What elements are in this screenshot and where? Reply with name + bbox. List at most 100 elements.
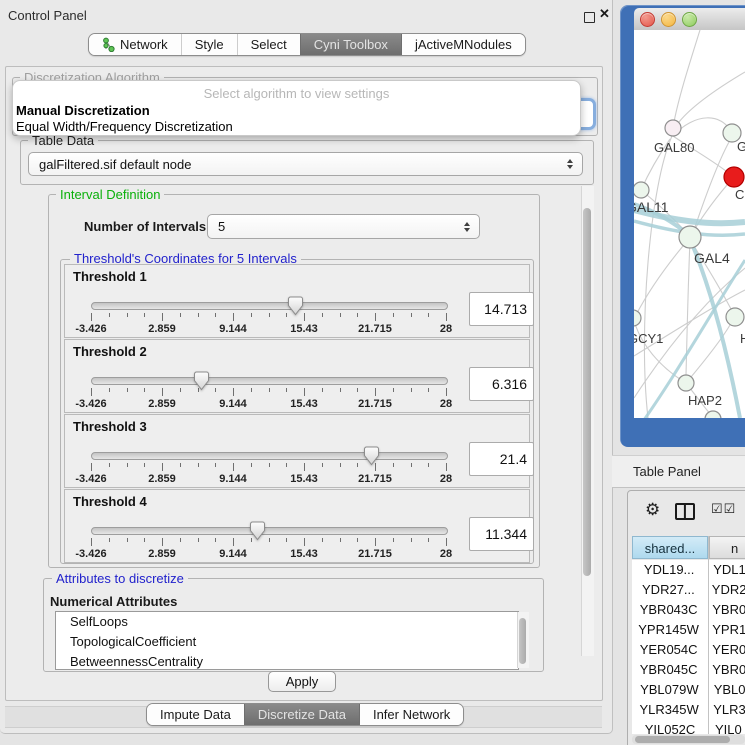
minimize-traffic-light-icon[interactable] [661, 12, 676, 27]
algorithm-popup: Select algorithm to view settings Manual… [12, 80, 581, 136]
attribute-item-selfloops[interactable]: SelfLoops [56, 612, 518, 632]
table-hscrollbar-thumb[interactable] [635, 736, 730, 743]
attribute-item-betweennesscentrality[interactable]: BetweennessCentrality [56, 652, 518, 670]
close-icon[interactable]: ✕ [599, 6, 610, 22]
slider-tick [127, 313, 128, 317]
slider-track[interactable] [91, 302, 448, 310]
slider-tick [357, 388, 358, 392]
network-edge[interactable] [686, 325, 730, 383]
slider-tick [251, 388, 252, 392]
slider-tick [411, 313, 412, 317]
network-node-hap2[interactable] [678, 375, 694, 391]
slider-tick [180, 538, 181, 542]
network-edge-thick[interactable] [692, 244, 740, 418]
table-row[interactable]: YER054CYER0 [632, 640, 745, 660]
number-of-intervals-combobox[interactable]: 5 [207, 214, 480, 239]
network-edge[interactable] [674, 30, 700, 122]
threshold-value-field[interactable]: 6.316 [469, 367, 534, 401]
threshold-value-field[interactable]: 14.713 [469, 292, 534, 326]
slider-tick [322, 313, 323, 317]
slider-tick-label: 9.144 [219, 473, 247, 485]
slider-track[interactable] [91, 452, 448, 460]
table-data-combobox[interactable]: galFiltered.sif default node [28, 152, 583, 176]
main-scrollbar-thumb[interactable] [583, 208, 591, 576]
slider-tick [198, 313, 199, 317]
network-edge[interactable] [673, 118, 731, 136]
column-header-shared-name[interactable]: shared... [632, 536, 708, 559]
slider-thumb[interactable] [287, 296, 304, 319]
interval-definition-title: Interval Definition [56, 188, 164, 201]
network-node-gal4[interactable] [679, 226, 701, 248]
number-of-intervals-value: 5 [218, 219, 225, 234]
table-row[interactable]: YBL079WYBL0 [632, 680, 745, 700]
slider-tick [144, 463, 145, 467]
stepper-arrows-icon [464, 222, 479, 232]
network-node-gcy1[interactable] [634, 310, 641, 326]
table-row[interactable]: YDL19...YDL1 [632, 560, 745, 580]
attributes-scrollbar-thumb[interactable] [519, 618, 526, 664]
slider-tick [393, 313, 394, 317]
threshold-panel-2: Threshold 2-3.4262.8599.14415.4321.71528… [64, 339, 530, 413]
slider-tick [233, 463, 234, 471]
network-edge[interactable] [636, 240, 688, 315]
select-columns-checkboxes-icon[interactable]: ☑☑ [711, 501, 736, 517]
slider-tick [411, 388, 412, 392]
network-node-c[interactable] [724, 167, 744, 187]
node-table[interactable]: YDL19...YDL1YDR27...YDR2YBR043CYBR0YPR14… [632, 560, 745, 734]
float-icon[interactable] [584, 12, 595, 23]
network-node-partial[interactable] [705, 411, 721, 418]
slider-tick [428, 313, 429, 317]
slider-tick-label: 2.859 [148, 473, 176, 485]
slider-track[interactable] [91, 527, 448, 535]
slider-thumb[interactable] [193, 371, 210, 394]
network-edge[interactable] [679, 72, 745, 122]
slider-tick-label: 21.715 [358, 473, 392, 485]
cell-name: YLR3 [706, 700, 745, 720]
network-node-gal11[interactable] [634, 182, 649, 198]
threshold-value-field[interactable]: 21.4 [469, 442, 534, 476]
slider-tick [251, 463, 252, 467]
table-row[interactable]: YPR145WYPR1 [632, 620, 745, 640]
network-node-label: C [735, 187, 744, 202]
slider-tick [393, 538, 394, 542]
slider-tick [198, 538, 199, 542]
slider-thumb[interactable] [363, 446, 380, 469]
threshold-value-field[interactable]: 11.344 [469, 517, 534, 551]
tab-impute-data[interactable]: Impute Data [147, 704, 244, 725]
attribute-item-topologicalcoefficient[interactable]: TopologicalCoefficient [56, 632, 518, 652]
algorithm-option-equal-width-frequency-discretization[interactable]: Equal Width/Frequency Discretization [16, 119, 233, 134]
tab-jactivemnodules[interactable]: jActiveMNodules [401, 34, 525, 55]
algorithm-option-manual-discretization[interactable]: Manual Discretization [16, 103, 150, 118]
threshold-panel-4: Threshold 4-3.4262.8599.14415.4321.71528… [64, 489, 530, 563]
zoom-traffic-light-icon[interactable] [682, 12, 697, 27]
apply-button[interactable]: Apply [268, 671, 336, 692]
table-row[interactable]: YDR27...YDR2 [632, 580, 745, 600]
slider-track[interactable] [91, 377, 448, 385]
network-canvas[interactable]: GAL80GCGAL11GAL4GCY1HHAP2 [634, 30, 745, 418]
network-node-gal80[interactable] [665, 120, 681, 136]
network-node-label: HAP2 [688, 393, 722, 408]
table-row[interactable]: YIL052CYIL0 [632, 720, 745, 734]
slider-thumb[interactable] [249, 521, 266, 544]
tab-discretize-data[interactable]: Discretize Data [244, 704, 359, 725]
gear-icon[interactable]: ⚙ [645, 500, 660, 520]
slider-tick [198, 463, 199, 467]
network-node-h[interactable] [726, 308, 744, 326]
table-row[interactable]: YLR345WYLR3 [632, 700, 745, 720]
table-panel-bar: Table Panel [612, 455, 745, 488]
numerical-attributes-list[interactable]: SelfLoopsTopologicalCoefficientBetweenne… [55, 611, 519, 670]
cell-name: YPR1 [705, 620, 745, 640]
split-columns-icon[interactable] [675, 503, 695, 520]
tab-network[interactable]: Network [89, 34, 181, 55]
tab-infer-network[interactable]: Infer Network [359, 704, 463, 725]
slider-tick [162, 313, 163, 321]
column-header-name[interactable]: n [709, 536, 745, 559]
column-divider [708, 536, 709, 734]
tab-select[interactable]: Select [237, 34, 300, 55]
tab-style[interactable]: Style [181, 34, 237, 55]
table-row[interactable]: YBR045CYBR0 [632, 660, 745, 680]
close-traffic-light-icon[interactable] [640, 12, 655, 27]
tab-cyni-toolbox[interactable]: Cyni Toolbox [300, 34, 401, 55]
slider-tick [91, 388, 92, 396]
table-row[interactable]: YBR043CYBR0 [632, 600, 745, 620]
